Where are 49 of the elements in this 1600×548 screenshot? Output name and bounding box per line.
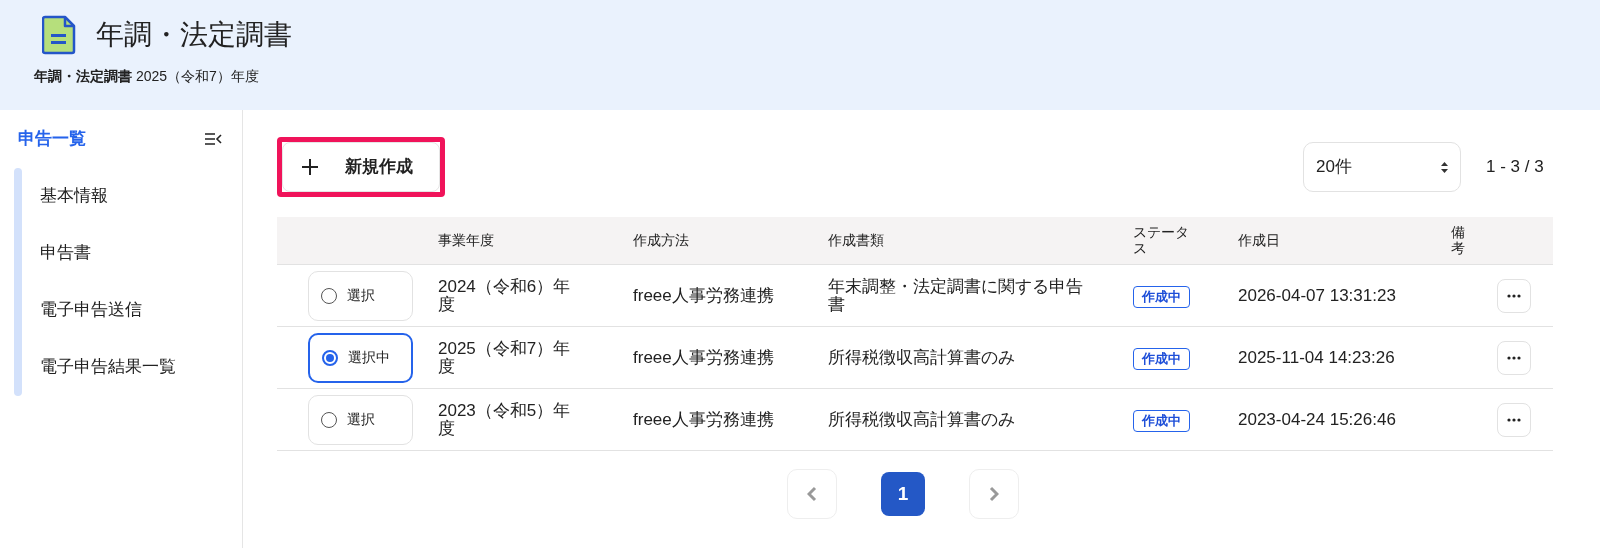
status-badge: 作成中 <box>1133 409 1190 432</box>
collapse-icon[interactable] <box>204 132 222 145</box>
table-cell-text: 年末調整・法定調書に関する申告書 <box>827 277 1084 314</box>
table-cell-text: 所得税徴収高計算書のみ <box>827 348 1016 367</box>
table-cell-text: 2025（令和7）年度 <box>437 339 572 376</box>
status-badge: 作成中 <box>1133 285 1190 308</box>
table-cell-text: 2025-11-04 14:23:26 <box>1237 346 1396 369</box>
chevron-right-icon <box>989 486 999 502</box>
sidebar-item[interactable]: 電子申告結果一覧 <box>22 338 176 396</box>
table-cell-text: 2024（令和6）年度 <box>437 277 572 314</box>
table-cell-text: freee人事労務連携 <box>632 408 775 431</box>
more-button[interactable] <box>1497 278 1531 313</box>
more-button[interactable] <box>1497 340 1531 375</box>
table-cell-text: 2023-04-24 15:26:46 <box>1237 408 1397 431</box>
column-header: 作成書類 <box>827 231 885 250</box>
plus-icon <box>301 158 319 176</box>
page-range: 1 - 3 / 3 <box>1486 156 1545 179</box>
document-icon <box>42 15 76 55</box>
column-header: 備考 <box>1450 225 1466 256</box>
more-button[interactable] <box>1497 402 1531 437</box>
select-radio-button[interactable]: 選択中 <box>308 332 413 383</box>
column-header: 事業年度 <box>437 231 495 250</box>
sidebar-title[interactable]: 申告一覧 <box>18 126 86 152</box>
status-badge: 作成中 <box>1133 347 1190 370</box>
sidebar-item[interactable]: 基本情報 <box>22 167 176 225</box>
breadcrumb: 年調・法定調書 2025（令和7）年度 <box>34 67 260 86</box>
table-cell-text: 所得税徴収高計算書のみ <box>827 410 1016 429</box>
more-icon <box>1507 355 1521 360</box>
select-radio-button[interactable]: 選択 <box>308 270 413 321</box>
per-page-select[interactable]: 20件 <box>1303 142 1461 192</box>
column-header: 作成方法 <box>632 231 690 250</box>
page-button[interactable]: 1 <box>881 472 925 516</box>
table-cell-text: freee人事労務連携 <box>632 284 775 307</box>
chevron-left-icon <box>807 486 817 502</box>
previous-page-button[interactable] <box>787 469 837 519</box>
table-cell-text: 2026-04-07 13:31:23 <box>1237 284 1397 307</box>
table-cell-text: freee人事労務連携 <box>632 346 775 369</box>
sidebar-item[interactable]: 電子申告送信 <box>22 281 176 339</box>
sidebar-item[interactable]: 申告書 <box>22 224 176 282</box>
more-icon <box>1507 293 1521 298</box>
sort-caret-icon <box>1441 161 1448 173</box>
column-header: ステータス <box>1132 225 1190 256</box>
new-button[interactable]: 新規作成 <box>282 142 440 192</box>
page-title: 年調・法定調書 <box>96 18 292 52</box>
select-radio-button[interactable]: 選択 <box>308 394 413 445</box>
table-cell-text: 2023（令和5）年度 <box>437 401 572 438</box>
more-icon <box>1507 417 1521 422</box>
column-header: 作成日 <box>1237 231 1281 250</box>
next-page-button[interactable] <box>969 469 1019 519</box>
